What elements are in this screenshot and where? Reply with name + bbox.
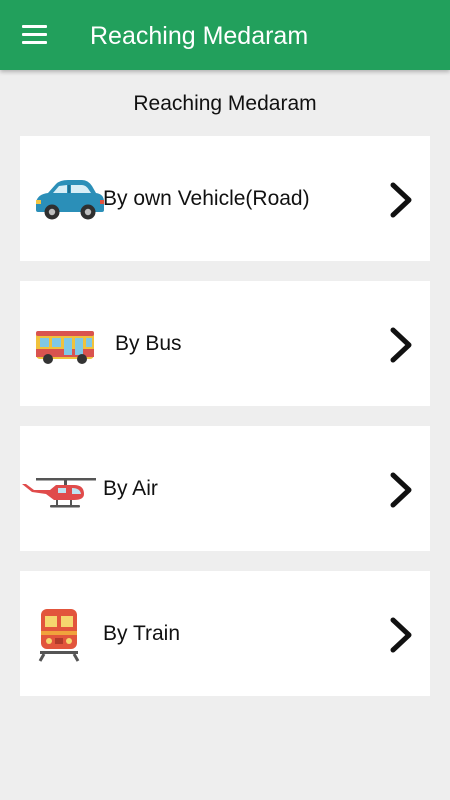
train-icon [38, 609, 80, 662]
car-icon [36, 180, 104, 220]
chevron-right-icon [390, 182, 412, 218]
helicopter-icon [22, 478, 96, 508]
bus-icon [36, 331, 94, 364]
option-label: By Bus [115, 332, 182, 355]
chevron-right-icon [390, 472, 412, 508]
option-card-train[interactable]: By Train [20, 571, 430, 696]
app-bar: Reaching Medaram [0, 0, 450, 70]
chevron-right-icon [390, 617, 412, 653]
option-card-air[interactable]: By Air [20, 426, 430, 551]
option-card-own-vehicle[interactable]: By own Vehicle(Road) [20, 136, 430, 261]
option-label: By Train [103, 622, 181, 645]
option-card-bus[interactable]: By Bus [20, 281, 430, 406]
app-bar-title: Reaching Medaram [90, 22, 309, 50]
page-heading: Reaching Medaram [133, 92, 317, 115]
option-label: By own Vehicle(Road) [103, 187, 310, 210]
chevron-right-icon [390, 327, 412, 363]
hamburger-menu-icon[interactable] [22, 25, 48, 45]
option-label: By Air [103, 477, 158, 500]
